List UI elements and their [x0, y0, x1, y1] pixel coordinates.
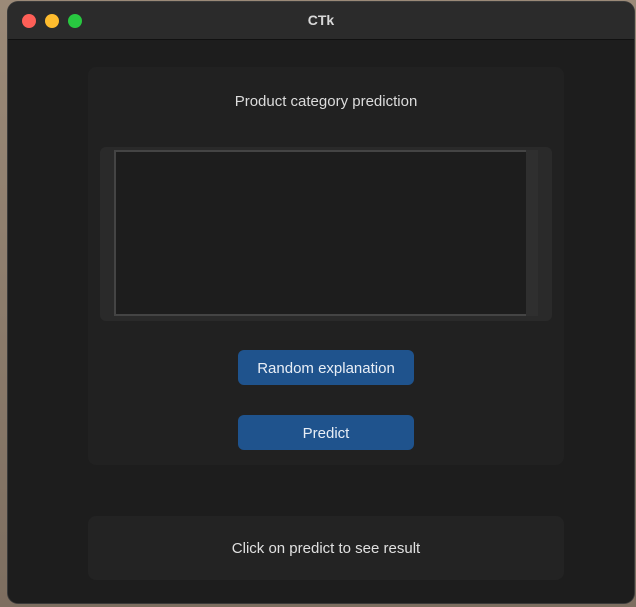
- description-textbox[interactable]: [114, 150, 534, 316]
- window-title: CTk: [307, 12, 335, 28]
- result-frame: Click on predict to see result: [88, 516, 564, 580]
- title-bar[interactable]: CTk: [8, 2, 634, 40]
- desktop-background: CTk Product category prediction Random e…: [0, 0, 636, 607]
- predict-button[interactable]: Predict: [238, 415, 414, 450]
- page-title: Product category prediction: [234, 93, 418, 110]
- app-window: CTk Product category prediction Random e…: [8, 2, 634, 603]
- random-explanation-button[interactable]: Random explanation: [238, 350, 414, 385]
- result-label: Click on predict to see result: [231, 540, 421, 557]
- textbox-scrollbar[interactable]: [526, 150, 538, 316]
- window-content: Product category prediction Random expla…: [8, 40, 634, 603]
- textbox-frame: [100, 147, 552, 321]
- prediction-frame: Product category prediction Random expla…: [88, 67, 564, 465]
